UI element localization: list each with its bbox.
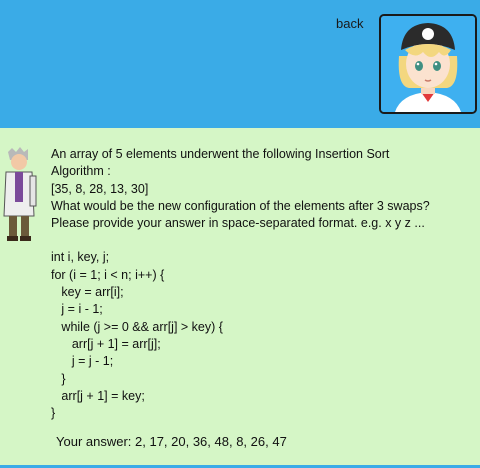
- code-line: }: [51, 406, 56, 421]
- question-line: Algorithm :: [51, 164, 111, 179]
- user-avatar-icon: [381, 16, 475, 112]
- code-line: arr[j + 1] = arr[j];: [51, 336, 161, 351]
- code-line: while (j >= 0 && arr[j] > key) {: [51, 319, 223, 334]
- code-line: int i, key, j;: [51, 250, 110, 265]
- question-line: What would be the new configuration of t…: [51, 198, 430, 213]
- professor-sprite-icon: [3, 147, 37, 241]
- user-avatar: [379, 14, 477, 114]
- header-bar: back: [0, 0, 480, 128]
- user-answer: Your answer: 2, 17, 20, 36, 48, 8, 26, 4…: [56, 434, 287, 449]
- code-line: j = j - 1;: [51, 354, 114, 369]
- question-message: An array of 5 elements underwent the fol…: [51, 146, 476, 422]
- code-line: key = arr[i];: [51, 285, 124, 300]
- question-line: An array of 5 elements underwent the fol…: [51, 147, 390, 161]
- code-line: arr[j + 1] = key;: [51, 388, 145, 403]
- array-line: [35, 8, 28, 13, 30]: [51, 181, 149, 196]
- code-line: for (i = 1; i < n; i++) {: [51, 267, 165, 282]
- back-button[interactable]: back: [336, 16, 363, 31]
- question-line: Please provide your answer in space-sepa…: [51, 216, 425, 231]
- code-line: j = i - 1;: [51, 302, 103, 317]
- code-line: }: [51, 371, 66, 386]
